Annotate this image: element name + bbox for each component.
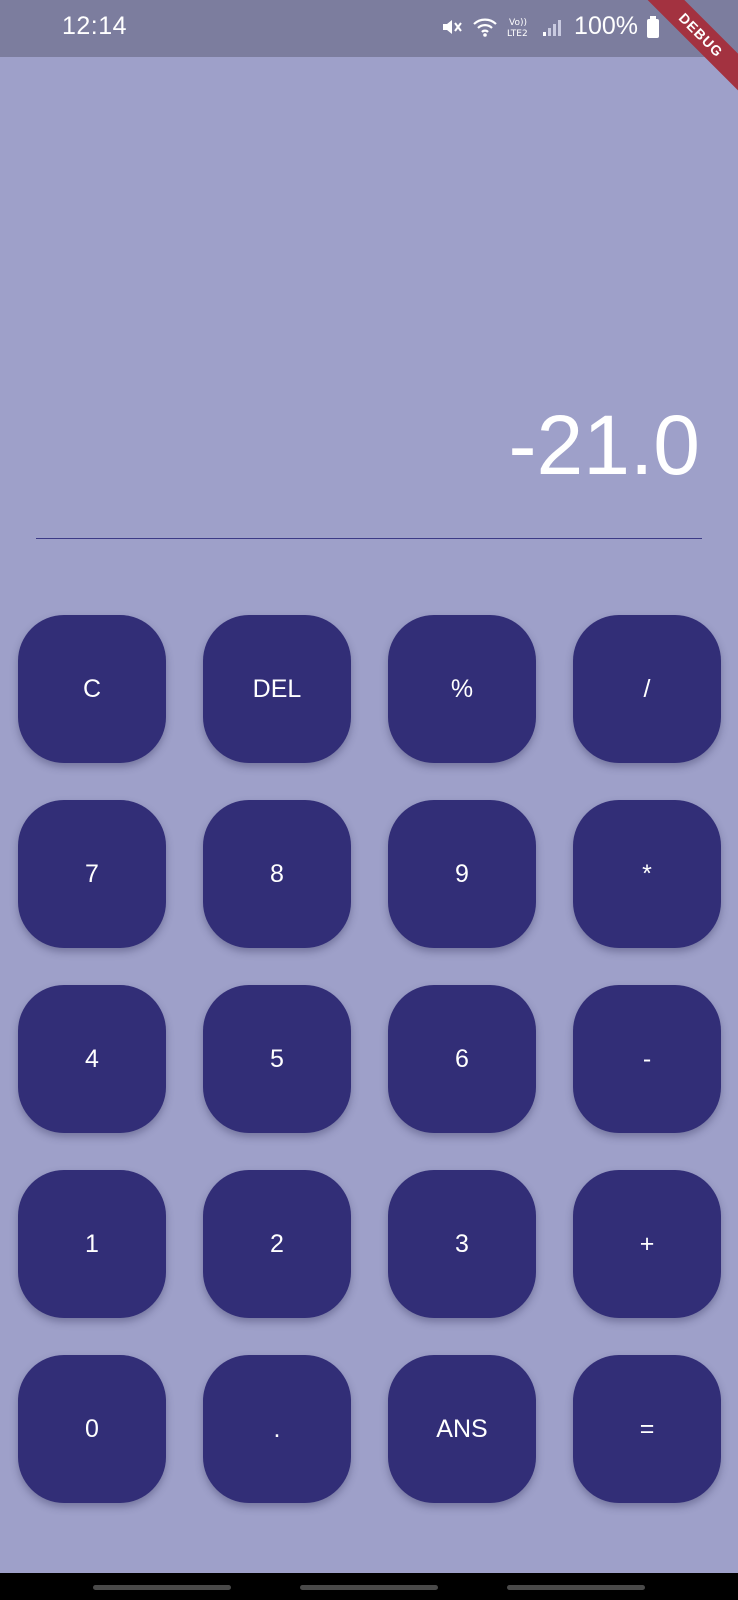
key-1-button[interactable]: 1 xyxy=(18,1170,166,1318)
key-9-button[interactable]: 9 xyxy=(388,800,536,948)
key-delete-button[interactable]: DEL xyxy=(203,615,351,763)
svg-text:LTE2: LTE2 xyxy=(507,29,528,39)
key-6-button[interactable]: 6 xyxy=(388,985,536,1133)
key-0-button[interactable]: 0 xyxy=(18,1355,166,1503)
key-divide-button[interactable]: / xyxy=(573,615,721,763)
wifi-icon xyxy=(472,16,498,38)
keypad: C DEL%/ 7 8 9 * 4 5 6- 1 2 3 +0. ANS = xyxy=(18,615,721,1503)
key-equals-button[interactable]: = xyxy=(573,1355,721,1503)
battery-icon xyxy=(646,15,660,39)
svg-text:Vo)): Vo)) xyxy=(509,18,527,28)
status-bar: 12:14 Vo)) LTE2 100% xyxy=(0,0,738,57)
calculator-screen: 12:14 Vo)) LTE2 100% DEBUG -21.0 C DEL %… xyxy=(0,0,738,1600)
key-2-button[interactable]: 2 xyxy=(203,1170,351,1318)
key-multiply-button[interactable]: * xyxy=(573,800,721,948)
key-7-button[interactable]: 7 xyxy=(18,800,166,948)
result-display: -21.0 xyxy=(508,398,700,492)
status-icons: Vo)) LTE2 100% xyxy=(440,12,660,41)
key-3-button[interactable]: 3 xyxy=(388,1170,536,1318)
cell-signal-icon xyxy=(542,17,562,37)
key-subtract-button[interactable]: - xyxy=(573,985,721,1133)
key-decimal-button[interactable]: . xyxy=(203,1355,351,1503)
navigation-bar xyxy=(0,1573,738,1600)
key-5-button[interactable]: 5 xyxy=(203,985,351,1133)
display-divider xyxy=(36,538,702,539)
key-answer-button[interactable]: ANS xyxy=(388,1355,536,1503)
key-add-button[interactable]: + xyxy=(573,1170,721,1318)
key-8-button[interactable]: 8 xyxy=(203,800,351,948)
mute-icon xyxy=(440,15,464,39)
key-percent-button[interactable]: % xyxy=(388,615,536,763)
status-time: 12:14 xyxy=(62,12,128,40)
nav-recent-indicator[interactable] xyxy=(93,1585,231,1590)
nav-home-indicator[interactable] xyxy=(300,1585,438,1590)
volte-icon: Vo)) LTE2 xyxy=(506,15,534,39)
battery-percent: 100% xyxy=(574,12,638,40)
key-4-button[interactable]: 4 xyxy=(18,985,166,1133)
nav-back-indicator[interactable] xyxy=(507,1585,645,1590)
key-clear-button[interactable]: C xyxy=(18,615,166,763)
